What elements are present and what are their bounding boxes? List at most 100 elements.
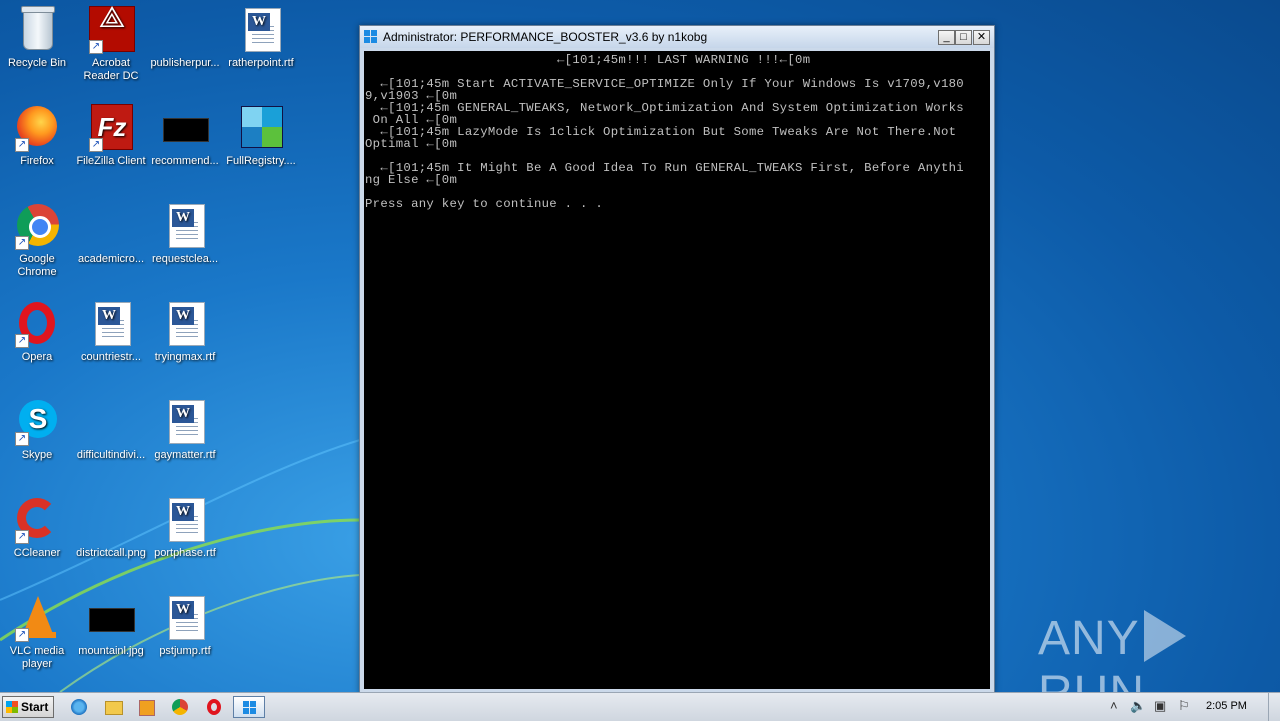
blank-file-icon <box>93 428 129 429</box>
console-taskbar-button[interactable] <box>233 696 265 718</box>
desktop-icon-tryingmax[interactable]: W tryingmax.rtf <box>148 300 222 364</box>
desktop-icon-label: countriestr... <box>81 351 141 363</box>
desktop-icon-requestclea[interactable]: W requestclea... <box>148 202 222 266</box>
desktop-icon-skype[interactable]: S ↗ Skype <box>0 398 74 462</box>
taskbar-clock[interactable]: 2:05 PM <box>1206 700 1247 712</box>
anyrun-watermark: ANYRUN <box>1038 610 1280 692</box>
word-document-icon: W <box>169 596 205 640</box>
shortcut-arrow-icon: ↗ <box>15 138 29 152</box>
internet-explorer-icon[interactable] <box>71 699 87 715</box>
desktop-icon-label: Acrobat Reader DC <box>83 57 139 82</box>
system-tray: ˄ 🔈 ▣ ⚐ <box>1102 696 1198 718</box>
desktop-icon-label: difficultindivi... <box>76 449 146 461</box>
file-explorer-icon[interactable] <box>105 701 123 715</box>
shortcut-arrow-icon: ↗ <box>89 40 103 54</box>
desktop-icon-firefox[interactable]: ↗ Firefox <box>0 104 74 168</box>
desktop-icon-gaymatter[interactable]: W gaymatter.rtf <box>148 398 222 462</box>
minimize-button[interactable]: _ <box>938 30 955 45</box>
black-image-icon <box>89 608 135 632</box>
desktop-icon-label: districtcall.png <box>76 547 146 559</box>
window-title: Administrator: PERFORMANCE_BOOSTER_v3.6 … <box>383 30 708 44</box>
desktop-icon-label: gaymatter.rtf <box>154 449 216 461</box>
console-output-area[interactable]: ←[101;45m!!! LAST WARNING !!!←[0m ←[101;… <box>364 51 990 689</box>
shortcut-arrow-icon: ↗ <box>15 236 29 250</box>
desktop-icon-label: academicro... <box>77 253 145 265</box>
network-icon[interactable]: ▣ <box>1154 698 1166 714</box>
shortcut-arrow-icon: ↗ <box>15 530 29 544</box>
blank-file-icon <box>167 36 203 37</box>
opera-taskbar-icon[interactable] <box>207 699 221 715</box>
desktop-icon-academicro[interactable]: academicro... <box>74 202 148 266</box>
maximize-button[interactable]: □ <box>955 30 972 45</box>
desktop-icon-mountainl[interactable]: mountainl.jpg <box>74 594 148 658</box>
desktop-icon-google-chrome[interactable]: ↗ Google Chrome <box>0 202 74 279</box>
close-button[interactable]: ✕ <box>973 30 990 45</box>
desktop-icon-label: portphase.rtf <box>154 547 216 559</box>
desktop-icon-difficultindivi[interactable]: difficultindivi... <box>74 398 148 462</box>
desktop-icon-countriestr[interactable]: W countriestr... <box>74 300 148 364</box>
desktop-icon-districtcall[interactable]: districtcall.png <box>74 496 148 560</box>
desktop-icon-label: Skype <box>21 449 53 461</box>
maximize-icon: □ <box>960 31 967 43</box>
desktop-icon-ccleaner[interactable]: ↗ CCleaner <box>0 496 74 560</box>
watermark-text-right: RUN <box>1038 667 1145 692</box>
desktop-icon-label: Google Chrome <box>17 253 57 278</box>
taskbar: Start ˄ 🔈 ▣ ⚐ 2:05 PM <box>0 692 1280 721</box>
volume-icon[interactable]: 🔈 <box>1130 698 1146 714</box>
media-player-icon[interactable] <box>139 700 155 716</box>
recycle-bin-icon <box>21 6 55 50</box>
windows-logo-icon <box>6 701 18 713</box>
shortcut-arrow-icon: ↗ <box>89 138 103 152</box>
watermark-text-left: ANY <box>1038 612 1140 665</box>
blank-file-icon <box>93 232 129 233</box>
play-icon <box>1143 610 1186 662</box>
blank-file-icon <box>93 526 129 527</box>
console-window[interactable]: Administrator: PERFORMANCE_BOOSTER_v3.6 … <box>359 25 995 692</box>
desktop-icon-label: requestclea... <box>151 253 219 265</box>
desktop-icon-fullregistry[interactable]: FullRegistry.... <box>224 104 298 168</box>
desktop-icon-label: ratherpoint.rtf <box>228 57 294 69</box>
desktop-icon-label: VLC media player <box>9 645 65 670</box>
desktop-icon-ratherpoint[interactable]: W ratherpoint.rtf <box>224 6 298 70</box>
word-document-icon: W <box>245 8 281 52</box>
word-document-icon: W <box>169 302 205 346</box>
console-text: ←[101;45m!!! LAST WARNING !!!←[0m ←[101;… <box>365 53 964 211</box>
close-icon: ✕ <box>976 31 987 43</box>
black-image-icon <box>163 118 209 142</box>
word-document-icon: W <box>169 204 205 248</box>
start-label: Start <box>21 700 49 714</box>
registry-icon <box>241 106 283 148</box>
desktop-icon-publisherpur[interactable]: publisherpur... <box>148 6 222 70</box>
desktop-icon-label: Recycle Bin <box>7 57 67 69</box>
desktop-icon-label: Firefox <box>20 155 54 167</box>
desktop-icon-vlc[interactable]: ↗ VLC media player <box>0 594 74 671</box>
desktop-icon-recycle-bin[interactable]: Recycle Bin <box>0 6 74 70</box>
word-document-icon: W <box>95 302 131 346</box>
cmd-window-icon[interactable] <box>364 30 378 44</box>
window-titlebar[interactable]: Administrator: PERFORMANCE_BOOSTER_v3.6 … <box>360 26 994 48</box>
desktop-icon-label: tryingmax.rtf <box>154 351 216 363</box>
desktop-icon-portphase[interactable]: W portphase.rtf <box>148 496 222 560</box>
start-button[interactable]: Start <box>2 696 54 718</box>
shortcut-arrow-icon: ↗ <box>15 628 29 642</box>
word-document-icon: W <box>169 498 205 542</box>
desktop: Recycle Bin ↗ Firefox ↗ Google Chrome ↗ … <box>0 0 1280 692</box>
action-center-flag-icon[interactable]: ⚐ <box>1178 698 1190 714</box>
minimize-icon: _ <box>943 31 950 43</box>
desktop-icon-recommend[interactable]: recommend... <box>148 104 222 168</box>
desktop-icon-label: mountainl.jpg <box>78 645 144 657</box>
desktop-icon-label: publisherpur... <box>150 57 220 69</box>
desktop-icon-label: CCleaner <box>13 547 61 559</box>
desktop-icon-label: Opera <box>21 351 53 363</box>
chrome-taskbar-icon[interactable] <box>172 699 188 715</box>
word-document-icon: W <box>169 400 205 444</box>
desktop-icon-label: FullRegistry.... <box>226 155 296 167</box>
desktop-icon-label: recommend... <box>151 155 219 167</box>
desktop-icon-opera[interactable]: ↗ Opera <box>0 300 74 364</box>
shortcut-arrow-icon: ↗ <box>15 432 29 446</box>
show-hidden-icons-icon[interactable]: ˄ <box>1110 698 1118 713</box>
desktop-icon-pstjump[interactable]: W pstjump.rtf <box>148 594 222 658</box>
desktop-icon-filezilla[interactable]: Fz ↗ FileZilla Client <box>74 104 148 168</box>
desktop-icon-acrobat[interactable]: ↗ Acrobat Reader DC <box>74 6 148 83</box>
show-desktop-button[interactable] <box>1268 693 1280 721</box>
